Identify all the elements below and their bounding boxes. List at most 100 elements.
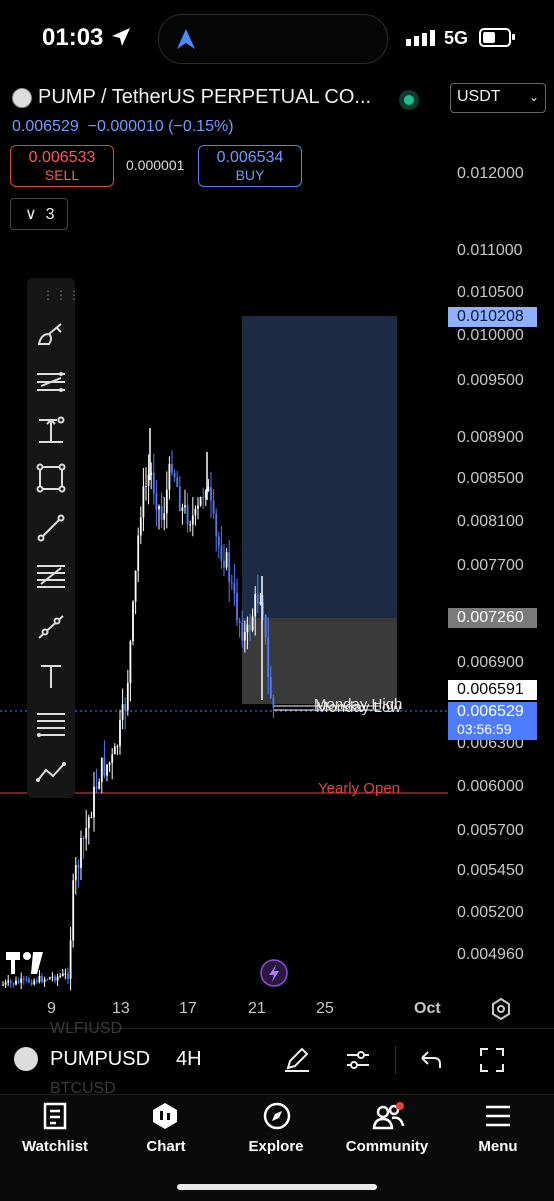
- candle-body: [225, 552, 228, 568]
- candle-body: [173, 472, 176, 478]
- pencil-icon[interactable]: [282, 1044, 312, 1074]
- candle-body: [215, 513, 218, 537]
- time-label: 13: [112, 1000, 130, 1017]
- candle-body: [236, 593, 238, 621]
- parallel-lines-icon[interactable]: [35, 366, 67, 398]
- brush-icon[interactable]: [35, 318, 67, 350]
- candle-body: [43, 979, 46, 983]
- menu-icon[interactable]: [484, 1104, 512, 1128]
- candle-body: [69, 940, 72, 979]
- candle-body: [267, 637, 270, 678]
- drawing-toolbar: ⋮⋮⋮: [27, 278, 80, 798]
- candle-body: [25, 978, 28, 980]
- fullscreen-icon[interactable]: [478, 1046, 506, 1074]
- candle-body: [48, 977, 51, 980]
- candle-body: [119, 719, 121, 747]
- chart-settings-icon[interactable]: [489, 997, 513, 1021]
- last-price-line: 0.006529 −0.000010 (−0.15%): [12, 118, 234, 136]
- candle-body: [176, 477, 179, 487]
- candle-body: [254, 593, 257, 617]
- candle-body: [121, 704, 124, 720]
- candle-body: [212, 500, 215, 514]
- candle-body: [90, 817, 93, 819]
- drag-handle-icon[interactable]: ⋮⋮⋮: [42, 288, 81, 302]
- candle-body: [168, 463, 171, 490]
- candle-body: [269, 677, 272, 698]
- trend-line-icon[interactable]: [35, 512, 67, 544]
- candle-body: [85, 828, 88, 839]
- price-label: 0.004960: [457, 946, 524, 963]
- undo-icon[interactable]: [418, 1048, 444, 1072]
- dynamic-island[interactable]: [158, 14, 388, 64]
- candle-body: [181, 507, 184, 511]
- symbol-logo-icon: [12, 88, 32, 108]
- candle-body: [15, 980, 17, 985]
- candle-body: [134, 570, 137, 602]
- price-label: 0.011000: [457, 242, 523, 259]
- price-label: 0.012000: [457, 165, 524, 182]
- candle-body: [56, 976, 59, 981]
- tab-chart[interactable]: Chart: [111, 1138, 221, 1155]
- candle-body: [51, 976, 54, 978]
- fib-retracement-icon[interactable]: [35, 560, 67, 592]
- tradingview-logo-icon: [6, 952, 43, 974]
- price-range-icon[interactable]: [35, 414, 67, 446]
- target-zone: [242, 316, 397, 618]
- candle-body: [147, 474, 150, 486]
- candle-body: [251, 616, 254, 631]
- symbol-title[interactable]: PUMP / TetherUS PERPETUAL CO...: [38, 86, 371, 109]
- rectangle-icon[interactable]: [35, 462, 67, 494]
- candle-body: [142, 486, 145, 518]
- candle-body: [95, 786, 98, 789]
- status-time: 01:03: [42, 24, 132, 52]
- candle-body: [139, 517, 142, 536]
- watchlist-icon[interactable]: [42, 1101, 68, 1131]
- candle-body: [2, 984, 4, 986]
- community-icon[interactable]: [372, 1101, 406, 1131]
- candle-body: [61, 973, 64, 976]
- buy-button[interactable]: 0.006534 BUY: [198, 145, 302, 187]
- text-icon[interactable]: [35, 660, 67, 692]
- indicators-icon[interactable]: [344, 1046, 372, 1074]
- candle-body: [12, 982, 15, 985]
- price-label: 0.007700: [457, 557, 524, 574]
- candle-body: [124, 704, 127, 711]
- candle-body: [129, 641, 132, 684]
- candle-body: [186, 505, 189, 525]
- compass-icon[interactable]: [262, 1101, 292, 1131]
- price-label: 0.005200: [457, 904, 524, 921]
- candle-body: [100, 757, 103, 783]
- currency-select[interactable]: USDT ⌄: [450, 83, 546, 113]
- candle-body: [259, 602, 262, 604]
- indicators-collapse-button[interactable]: ∨ 3: [10, 198, 68, 230]
- current-price-box: 0.006529 03:56:59: [448, 702, 537, 740]
- price-label: 0.006900: [457, 654, 524, 671]
- horizontal-lines-icon[interactable]: [35, 708, 67, 740]
- candle-body: [93, 786, 95, 818]
- candle-body: [87, 817, 90, 829]
- candle-body: [238, 620, 241, 624]
- candle-body: [59, 975, 62, 977]
- candle-body: [243, 632, 246, 641]
- sell-button[interactable]: 0.006533 SELL: [10, 145, 114, 187]
- path-icon[interactable]: [35, 756, 67, 788]
- tab-watchlist[interactable]: Watchlist: [0, 1138, 110, 1155]
- tab-explore[interactable]: Explore: [221, 1138, 331, 1155]
- symbol-button[interactable]: PUMPUSD: [50, 1048, 150, 1071]
- candle-body: [22, 978, 25, 980]
- chevron-down-icon: ∨: [25, 206, 37, 223]
- candle-body: [54, 976, 56, 981]
- chart-tab-icon[interactable]: [150, 1101, 180, 1131]
- ray-icon[interactable]: [35, 610, 67, 642]
- candle-body: [28, 978, 30, 983]
- tab-menu[interactable]: Menu: [443, 1138, 553, 1155]
- timeframe-button[interactable]: 4H: [176, 1048, 202, 1071]
- candle-body: [152, 472, 155, 494]
- candle-body: [189, 524, 192, 526]
- monday-low-label: Monday Low: [316, 699, 401, 716]
- buy-label: BUY: [235, 167, 265, 183]
- candle-body: [9, 980, 12, 983]
- candle-body: [41, 975, 43, 983]
- tab-community[interactable]: Community: [332, 1138, 442, 1155]
- high-price-box: 0.006591: [448, 680, 537, 700]
